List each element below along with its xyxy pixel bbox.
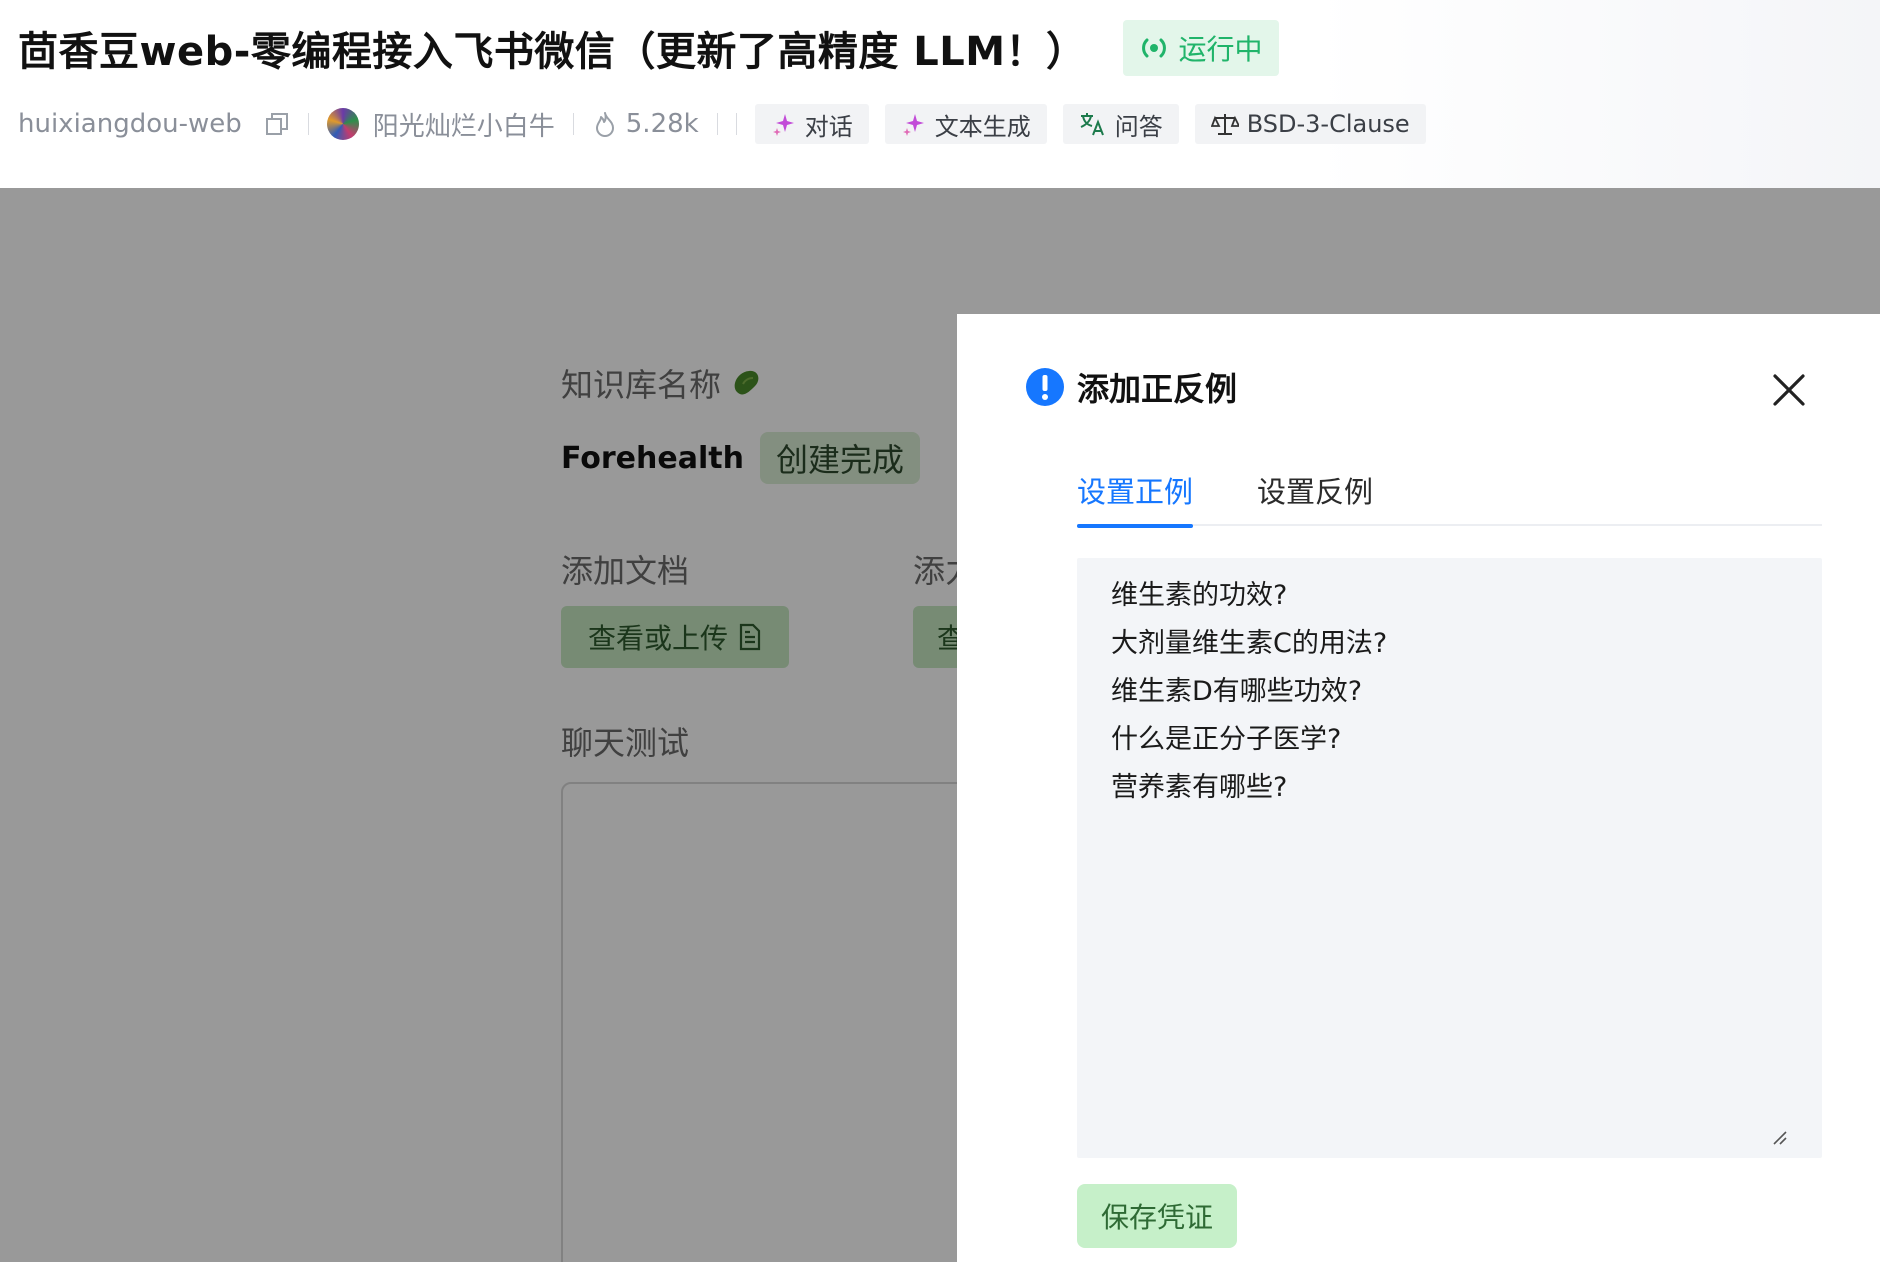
tag-qa[interactable]: 问答: [1062, 104, 1179, 144]
tag-label: 对话: [804, 112, 853, 141]
tab-positive-examples[interactable]: 设置正例: [1077, 454, 1194, 528]
translate-icon: [1080, 113, 1104, 136]
examples-tabs: 设置正例 设置反例: [1077, 454, 1822, 528]
status-badge: 运行中: [1122, 20, 1279, 76]
example-line: 营养素有哪些?: [1111, 772, 1288, 803]
resize-handle-icon[interactable]: [1770, 1128, 1788, 1146]
repo-id: huixiangdou-web: [18, 109, 242, 139]
example-line: 什么是正分子医学?: [1111, 724, 1342, 755]
page-title: 茴香豆web-零编程接入飞书微信（更新了高精度 LLM！）: [18, 29, 1087, 75]
space-header: 茴香豆web-零编程接入飞书微信（更新了高精度 LLM！） 运行中 huixia…: [0, 0, 1880, 188]
avatar[interactable]: [326, 108, 359, 140]
author-name[interactable]: 阳光灿烂小白牛: [373, 106, 555, 143]
close-button[interactable]: [1769, 370, 1809, 410]
drawer-title-text: 添加正反例: [1077, 370, 1238, 408]
textarea-content: 维生素的功效? 大剂量维生素C的用法? 维生素D有哪些功效? 什么是正分子医学?…: [1111, 572, 1387, 812]
hot-count: 5.28k: [625, 109, 699, 139]
close-icon: [1773, 374, 1805, 406]
tag-chat[interactable]: 对话: [754, 104, 869, 144]
running-icon: [1141, 38, 1166, 58]
status-text: 运行中: [1178, 33, 1263, 66]
save-button[interactable]: 保存凭证: [1077, 1184, 1237, 1248]
scale-icon: [1210, 114, 1239, 135]
info-icon: [1025, 367, 1065, 407]
divider: [735, 113, 737, 135]
tab-negative-examples[interactable]: 设置反例: [1257, 454, 1373, 526]
title-row: 茴香豆web-零编程接入飞书微信（更新了高精度 LLM！） 运行中: [18, 18, 1279, 78]
sparkle-icon: [772, 114, 794, 136]
example-line: 维生素的功效?: [1111, 580, 1288, 611]
tag-label: 问答: [1114, 112, 1163, 141]
sparkle-icon: [902, 114, 924, 136]
tag-label: BSD-3-Clause: [1246, 110, 1410, 138]
divider: [307, 113, 309, 135]
copy-icon[interactable]: [264, 111, 290, 137]
example-line: 维生素D有哪些功效?: [1111, 676, 1363, 707]
divider: [572, 113, 574, 135]
tag-label: 文本生成: [934, 112, 1031, 141]
tag-text-generation[interactable]: 文本生成: [884, 104, 1047, 144]
divider: [716, 113, 718, 135]
meta-row: huixiangdou-web 阳光灿烂小白牛 5.28k 对话 文本生成 问答…: [18, 100, 1442, 148]
examples-textarea[interactable]: 维生素的功效? 大剂量维生素C的用法? 维生素D有哪些功效? 什么是正分子医学?…: [1077, 558, 1822, 1158]
tag-license[interactable]: BSD-3-Clause: [1194, 104, 1426, 144]
fire-icon: [592, 110, 618, 138]
add-examples-drawer: 添加正反例 设置正例 设置反例 维生素的功效? 大剂量维生素C的用法? 维生素D…: [957, 314, 1880, 1262]
example-line: 大剂量维生素C的用法?: [1111, 628, 1388, 659]
drawer-title: 添加正反例: [1025, 364, 1237, 410]
